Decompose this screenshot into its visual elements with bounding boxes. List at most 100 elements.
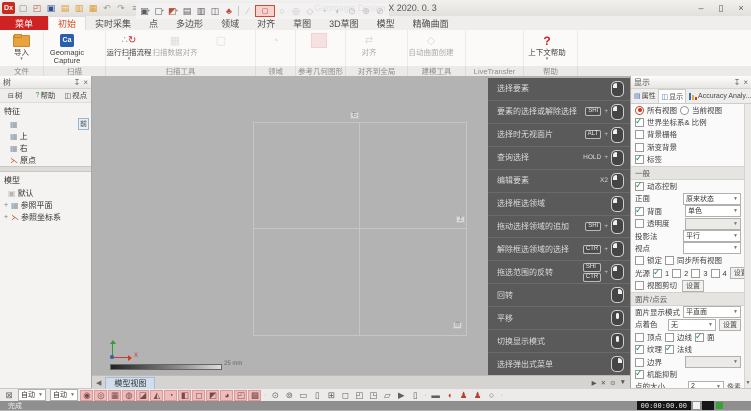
redo-icon[interactable]: ↷ (115, 2, 127, 14)
view-box-icon[interactable]: ◻ (339, 390, 352, 401)
pin-icon[interactable]: ↧ (74, 78, 81, 87)
checkbox[interactable] (635, 333, 644, 342)
zoom-area-icon[interactable]: ⊘ (373, 5, 387, 18)
user-red-2-icon[interactable]: ♟ (471, 390, 484, 401)
dropdown-select[interactable]: ▼ (685, 356, 741, 368)
checkbox[interactable] (665, 345, 674, 354)
tree-display-icon[interactable]: ♣ (222, 5, 236, 18)
ribbon-button-0-0[interactable]: 导入▾ (0, 32, 43, 62)
select-mode-icon[interactable]: ◉ (80, 390, 93, 401)
restore-button[interactable]: ▯ (711, 1, 731, 15)
timer-green-indicator[interactable] (716, 402, 723, 409)
view-para-icon[interactable]: ▱ (381, 390, 394, 401)
edge-mode-icon[interactable]: ◧ (178, 390, 191, 401)
checkbox[interactable] (635, 118, 644, 127)
ribbon-tab-9[interactable]: 精确曲面 (404, 16, 458, 30)
circle-tool-icon[interactable]: ○ (485, 390, 498, 401)
new-document-icon[interactable]: ▢ (17, 2, 29, 14)
selection-filter-icon[interactable]: ⊠ (3, 390, 16, 401)
light-checkbox-1[interactable] (653, 269, 662, 278)
view-red-cube-icon[interactable]: ◩▾ (166, 5, 180, 18)
select-visible-icon[interactable]: ◎ (94, 390, 107, 401)
model-item-1[interactable]: +▦参照平面 (0, 199, 91, 211)
dropdown-select[interactable]: 平行▼ (683, 230, 741, 242)
user-red-icon[interactable]: ♟ (457, 390, 470, 401)
radio-all-views[interactable] (635, 106, 644, 115)
reference-plane-front[interactable] (253, 122, 467, 336)
ruler-icon[interactable]: ▬ (429, 390, 442, 401)
ribbon-tab-0[interactable]: 初始 (48, 16, 86, 30)
checkbox[interactable] (635, 345, 644, 354)
close-icon[interactable]: × (83, 78, 88, 87)
print-icon[interactable]: ▤ (180, 5, 194, 18)
circle-select-icon[interactable]: ○ (275, 5, 289, 18)
view-grid-icon[interactable]: ⊞ (325, 390, 338, 401)
ribbon-button-8-0[interactable]: ?上下文帮助▾ (524, 32, 570, 62)
feature-item-0[interactable]: ▦前 (0, 118, 91, 130)
loop-mode-icon[interactable]: ◩ (206, 390, 219, 401)
radio-current-view[interactable] (680, 106, 689, 115)
feature-item-3[interactable]: ⋋原点 (0, 154, 91, 166)
minimize-button[interactable]: – (691, 1, 711, 15)
face-mode-icon[interactable]: ◻ (192, 390, 205, 401)
paint-select-icon[interactable]: ◐ (331, 5, 345, 18)
zoom-fit-icon[interactable]: ⊙ (269, 390, 282, 401)
close-icon[interactable]: × (743, 78, 748, 87)
viewport-control-icon-2[interactable]: ⊙ (610, 379, 615, 387)
save-icon[interactable]: ▣ (45, 2, 57, 14)
freeform-select-icon[interactable]: ◔ (317, 5, 331, 18)
checkbox[interactable] (635, 219, 644, 228)
view-corner-icon[interactable]: ◰ (353, 390, 366, 401)
settings-button[interactable]: 设置 (682, 280, 704, 292)
split-view-icon[interactable]: ◫ (208, 5, 222, 18)
checkbox[interactable] (635, 358, 644, 367)
checkbox[interactable] (635, 130, 644, 139)
view-plane-icon[interactable]: ▢▾ (152, 5, 166, 18)
light-checkbox-4[interactable] (711, 269, 720, 278)
ribbon-button-2-0[interactable]: ∴↻运行扫描流程▾ (106, 32, 152, 62)
dropdown-select[interactable]: 无▼ (668, 319, 716, 331)
close-button[interactable]: × (731, 1, 751, 15)
flood-select-icon[interactable]: ⊙ (345, 5, 359, 18)
left-panel-tab-2[interactable]: ◫视点 (61, 89, 91, 102)
dropdown-select[interactable]: ▼ (685, 218, 741, 230)
body-mode-icon[interactable]: ◪ (136, 390, 149, 401)
checkbox[interactable] (635, 207, 644, 216)
bottom-combo-1[interactable]: 自动▼ (18, 389, 46, 401)
dropdown-select[interactable]: 单色▼ (685, 205, 741, 217)
scrollbar[interactable]: ▼ (744, 104, 751, 401)
ellipse-select-icon[interactable]: ◎ (289, 5, 303, 18)
left-panel-tab-1[interactable]: ?帮助 (30, 89, 60, 102)
viewport-control-icon-3[interactable]: ▼ (620, 379, 626, 387)
bottom-combo-2[interactable]: 自动▼ (50, 389, 78, 401)
dropdown-select[interactable]: ▼ (683, 242, 741, 254)
dial-icon[interactable]: ◖ (443, 390, 456, 401)
undo-icon[interactable]: ↶ (101, 2, 113, 14)
light-checkbox-3[interactable] (691, 269, 700, 278)
view-front-icon[interactable]: ▭ (297, 390, 310, 401)
tab-scroll-left-icon[interactable]: ◀ (92, 379, 105, 387)
feature-item-1[interactable]: ▦上 (0, 130, 91, 142)
checkbox[interactable] (635, 256, 644, 265)
light-checkbox-2[interactable] (672, 269, 681, 278)
cursor-icon[interactable]: ▶ (395, 390, 408, 401)
zoom-window-icon[interactable]: ⊚ (283, 390, 296, 401)
viewport-control-icon-0[interactable]: ▶ (592, 379, 597, 387)
rectangle-select-icon[interactable]: ▢ (255, 5, 275, 17)
region-mode-icon[interactable]: ◍ (122, 390, 135, 401)
checkbox[interactable] (695, 333, 704, 342)
model-item-0[interactable]: ▣默认 (0, 187, 91, 199)
checkbox[interactable] (635, 155, 644, 164)
checkbox[interactable] (635, 281, 644, 290)
folder-import-icon[interactable]: ▤ (59, 2, 71, 14)
feature-item-2[interactable]: ▦右 (0, 142, 91, 154)
checkbox[interactable] (665, 333, 674, 342)
page-icon[interactable]: ▯ (409, 390, 422, 401)
plane-mode-icon[interactable]: ▩ (248, 390, 261, 401)
left-panel-tab-0[interactable]: ⊟树 (0, 89, 30, 102)
model-view-tab[interactable]: 模型视图 (105, 377, 155, 389)
folder-open-icon[interactable]: ▥ (73, 2, 85, 14)
right-panel-tab-0[interactable]: ▤属性 (631, 89, 658, 103)
curve-mode-icon[interactable]: ◕ (220, 390, 233, 401)
cut-mode-icon[interactable]: ◭ (150, 390, 163, 401)
